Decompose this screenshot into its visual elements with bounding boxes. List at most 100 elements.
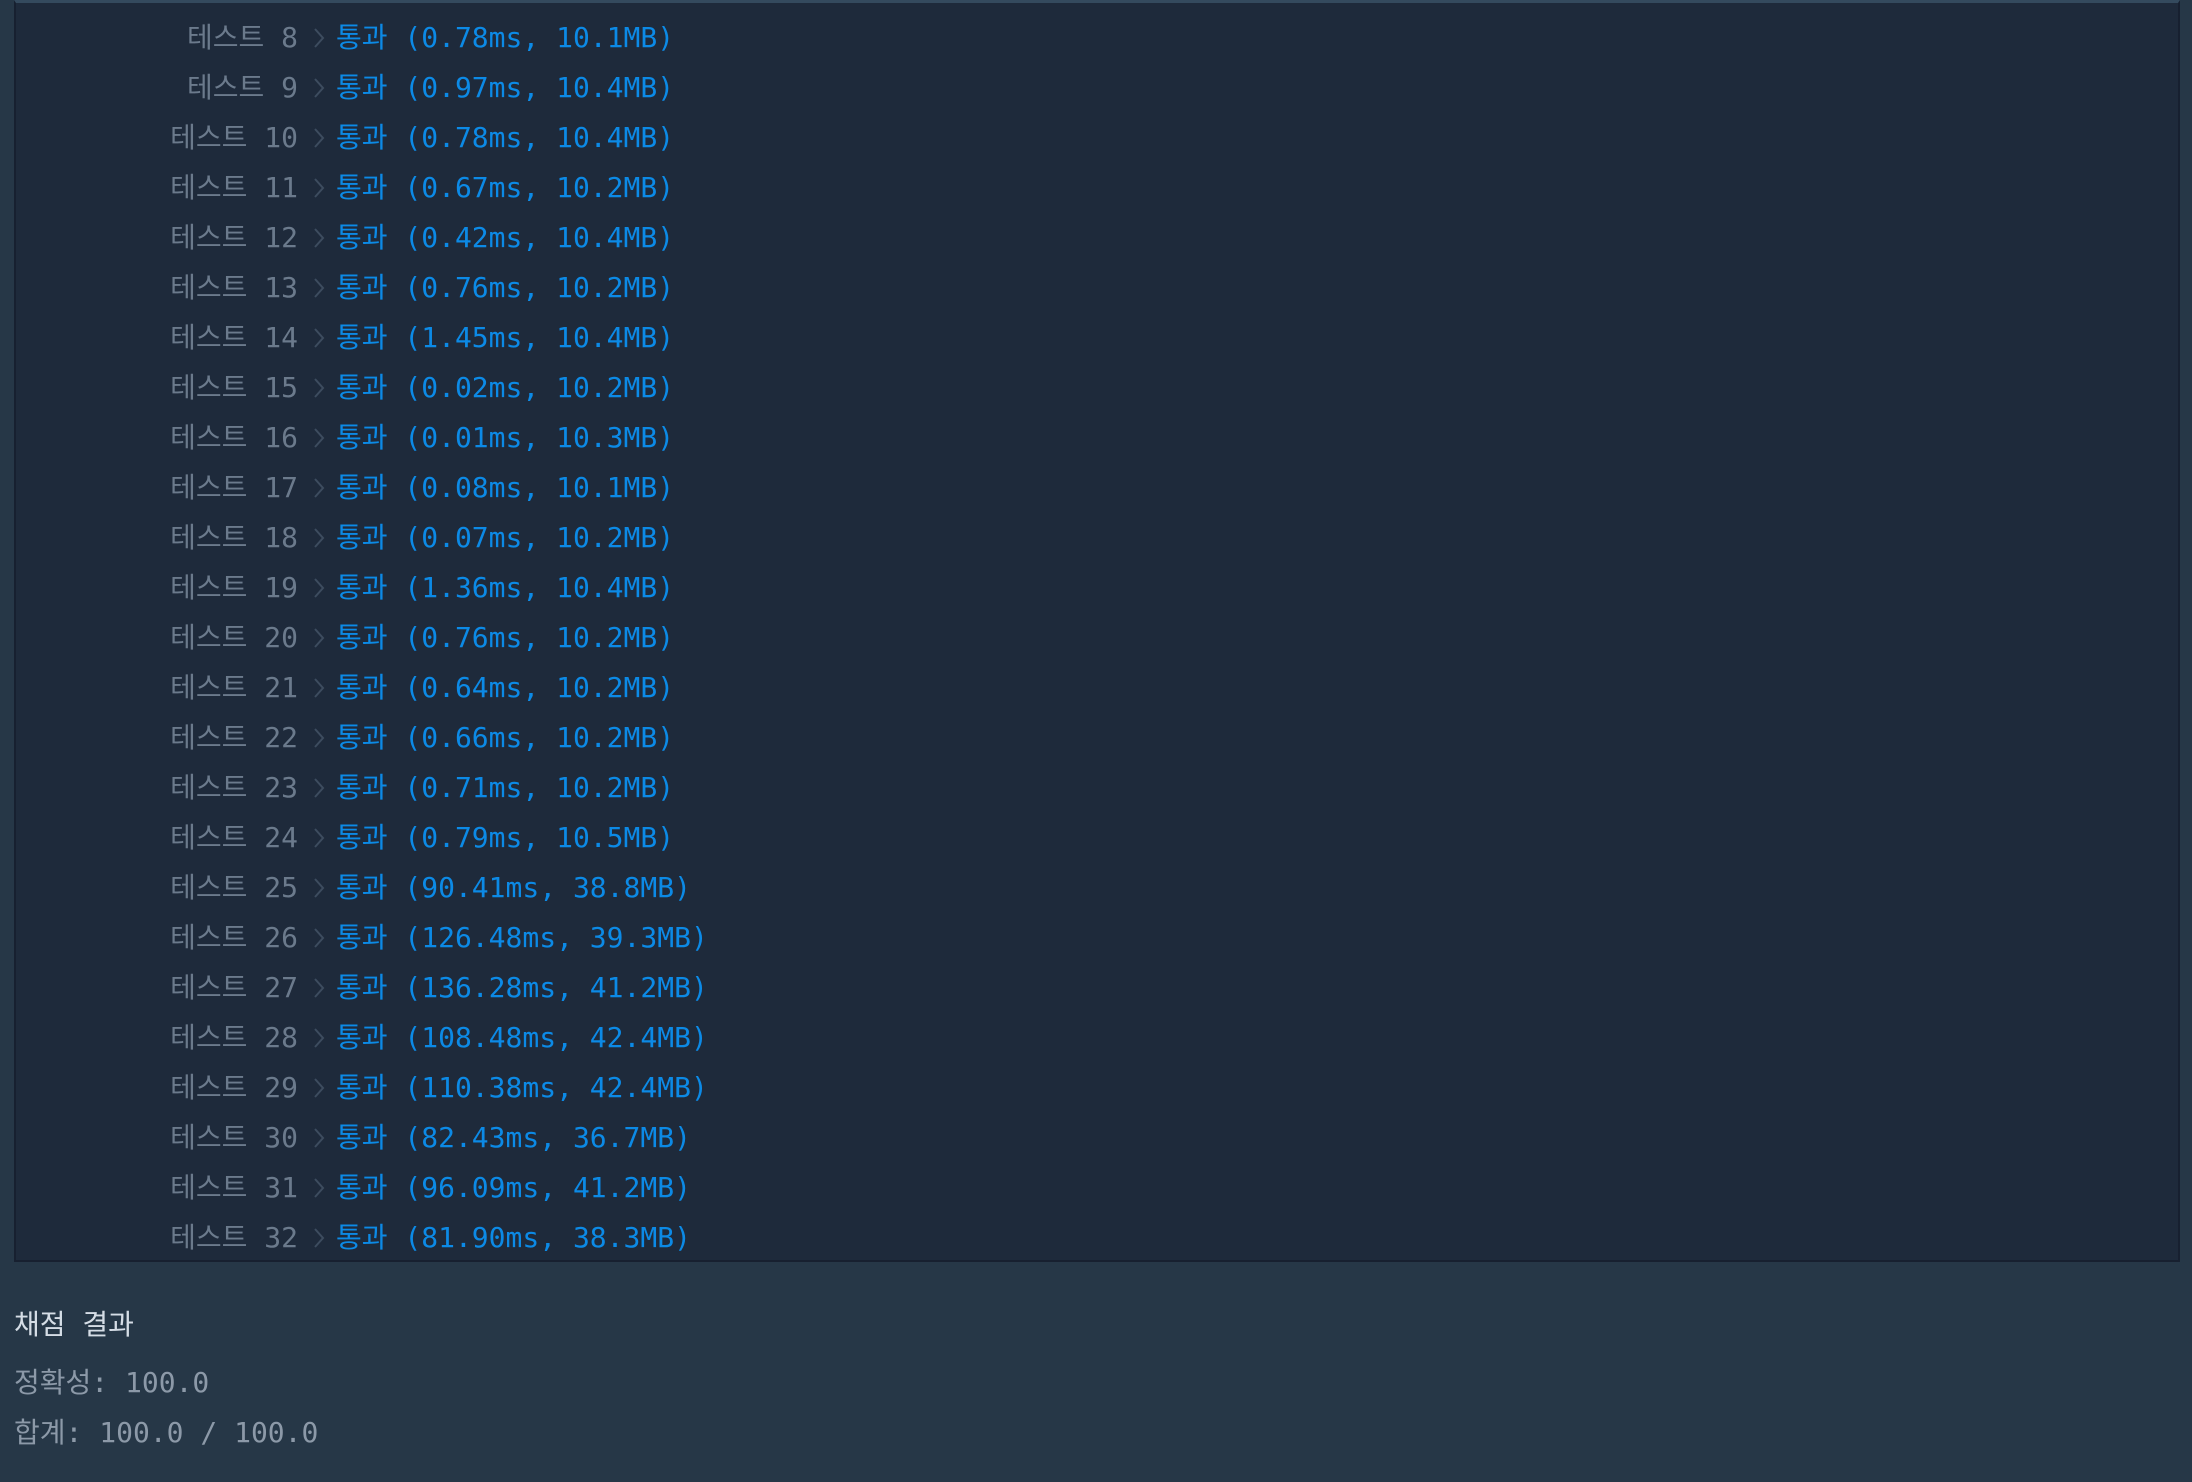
test-label: 테스트 13: [170, 271, 298, 304]
grading-page: 테스트 8 통과 (0.78ms, 10.1MB) 테스트 9 통과 (0.97ms,…: [0, 0, 2192, 1482]
grading-summary: 채점 결과 정확성: 100.0 합계: 100.0 / 100.0: [14, 1300, 318, 1458]
test-result-row: 테스트 16 통과 (0.01ms, 10.3MB): [16, 413, 2178, 463]
test-result-row: 테스트 30 통과 (82.43ms, 36.7MB): [16, 1113, 2178, 1163]
test-status: 통과 (0.97ms, 10.4MB): [336, 71, 675, 104]
test-status: 통과 (0.78ms, 10.4MB): [336, 121, 675, 154]
test-label: 테스트 19: [170, 571, 298, 604]
test-result-row: 테스트 15 통과 (0.02ms, 10.2MB): [16, 363, 2178, 413]
test-status: 통과 (0.78ms, 10.1MB): [336, 21, 675, 54]
chevron-right-icon: [306, 963, 332, 1013]
chevron-right-icon: [306, 413, 332, 463]
chevron-right-icon: [306, 1163, 332, 1213]
test-result-row: 테스트 19 통과 (1.36ms, 10.4MB): [16, 563, 2178, 613]
summary-title: 채점 결과: [14, 1308, 134, 1341]
test-label: 테스트 31: [170, 1171, 298, 1204]
chevron-right-icon: [306, 363, 332, 413]
test-result-row: 테스트 17 통과 (0.08ms, 10.1MB): [16, 463, 2178, 513]
test-label: 테스트 16: [170, 421, 298, 454]
test-status: 통과 (0.64ms, 10.2MB): [336, 671, 675, 704]
test-status: 통과 (81.90ms, 38.3MB): [336, 1221, 691, 1254]
test-result-row: 테스트 10 통과 (0.78ms, 10.4MB): [16, 113, 2178, 163]
test-label: 테스트 14: [170, 321, 298, 354]
test-label: 테스트 27: [170, 971, 298, 1004]
test-label: 테스트 21: [170, 671, 298, 704]
test-result-row: 테스트 27 통과 (136.28ms, 41.2MB): [16, 963, 2178, 1013]
chevron-right-icon: [306, 313, 332, 363]
test-label: 테스트 25: [170, 871, 298, 904]
chevron-right-icon: [306, 1213, 332, 1263]
test-status: 통과 (110.38ms, 42.4MB): [336, 1071, 708, 1104]
chevron-right-icon: [306, 663, 332, 713]
chevron-right-icon: [306, 113, 332, 163]
test-label: 테스트 30: [170, 1121, 298, 1154]
test-label: 테스트 11: [170, 171, 298, 204]
test-label: 테스트 23: [170, 771, 298, 804]
chevron-right-icon: [306, 863, 332, 913]
test-label: 테스트 24: [170, 821, 298, 854]
test-result-row: 테스트 11 통과 (0.67ms, 10.2MB): [16, 163, 2178, 213]
test-label: 테스트 12: [170, 221, 298, 254]
chevron-right-icon: [306, 913, 332, 963]
chevron-right-icon: [306, 1063, 332, 1113]
test-result-row: 테스트 28 통과 (108.48ms, 42.4MB): [16, 1013, 2178, 1063]
accuracy-score: 정확성: 100.0: [14, 1366, 210, 1399]
test-result-row: 테스트 26 통과 (126.48ms, 39.3MB): [16, 913, 2178, 963]
test-status: 통과 (0.79ms, 10.5MB): [336, 821, 675, 854]
test-status: 통과 (0.76ms, 10.2MB): [336, 621, 675, 654]
test-status: 통과 (1.45ms, 10.4MB): [336, 321, 675, 354]
test-status: 통과 (96.09ms, 41.2MB): [336, 1171, 691, 1204]
test-result-row: 테스트 13 통과 (0.76ms, 10.2MB): [16, 263, 2178, 313]
chevron-right-icon: [306, 463, 332, 513]
test-status: 통과 (90.41ms, 38.8MB): [336, 871, 691, 904]
test-status: 통과 (0.02ms, 10.2MB): [336, 371, 675, 404]
chevron-right-icon: [306, 513, 332, 563]
test-label: 테스트 18: [170, 521, 298, 554]
test-label: 테스트 9: [187, 71, 298, 104]
test-result-row: 테스트 25 통과 (90.41ms, 38.8MB): [16, 863, 2178, 913]
test-result-row: 테스트 32 통과 (81.90ms, 38.3MB): [16, 1213, 2178, 1263]
test-result-row: 테스트 12 통과 (0.42ms, 10.4MB): [16, 213, 2178, 263]
test-result-row: 테스트 8 통과 (0.78ms, 10.1MB): [16, 13, 2178, 63]
test-status: 통과 (126.48ms, 39.3MB): [336, 921, 708, 954]
chevron-right-icon: [306, 563, 332, 613]
test-status: 통과 (0.67ms, 10.2MB): [336, 171, 675, 204]
test-label: 테스트 32: [170, 1221, 298, 1254]
test-result-row: 테스트 14 통과 (1.45ms, 10.4MB): [16, 313, 2178, 363]
test-result-row: 테스트 20 통과 (0.76ms, 10.2MB): [16, 613, 2178, 663]
chevron-right-icon: [306, 163, 332, 213]
test-result-row: 테스트 22 통과 (0.66ms, 10.2MB): [16, 713, 2178, 763]
test-status: 통과 (1.36ms, 10.4MB): [336, 571, 675, 604]
chevron-right-icon: [306, 263, 332, 313]
test-label: 테스트 17: [170, 471, 298, 504]
test-result-row: 테스트 31 통과 (96.09ms, 41.2MB): [16, 1163, 2178, 1213]
test-results-console[interactable]: 테스트 8 통과 (0.78ms, 10.1MB) 테스트 9 통과 (0.97ms,…: [14, 0, 2180, 1262]
test-result-row: 테스트 23 통과 (0.71ms, 10.2MB): [16, 763, 2178, 813]
test-result-row: 테스트 24 통과 (0.79ms, 10.5MB): [16, 813, 2178, 863]
test-label: 테스트 29: [170, 1071, 298, 1104]
test-label: 테스트 8: [187, 21, 298, 54]
test-result-row: 테스트 29 통과 (110.38ms, 42.4MB): [16, 1063, 2178, 1113]
test-results-list: 테스트 8 통과 (0.78ms, 10.1MB) 테스트 9 통과 (0.97ms,…: [16, 13, 2178, 1263]
test-label: 테스트 15: [170, 371, 298, 404]
test-status: 통과 (108.48ms, 42.4MB): [336, 1021, 708, 1054]
chevron-right-icon: [306, 13, 332, 63]
test-result-row: 테스트 9 통과 (0.97ms, 10.4MB): [16, 63, 2178, 113]
test-status: 통과 (136.28ms, 41.2MB): [336, 971, 708, 1004]
chevron-right-icon: [306, 613, 332, 663]
test-status: 통과 (0.42ms, 10.4MB): [336, 221, 675, 254]
chevron-right-icon: [306, 63, 332, 113]
test-status: 통과 (0.76ms, 10.2MB): [336, 271, 675, 304]
test-status: 통과 (0.66ms, 10.2MB): [336, 721, 675, 754]
test-status: 통과 (0.07ms, 10.2MB): [336, 521, 675, 554]
test-label: 테스트 20: [170, 621, 298, 654]
total-score: 합계: 100.0 / 100.0: [14, 1416, 319, 1449]
chevron-right-icon: [306, 763, 332, 813]
test-label: 테스트 22: [170, 721, 298, 754]
test-status: 통과 (0.01ms, 10.3MB): [336, 421, 675, 454]
chevron-right-icon: [306, 713, 332, 763]
test-label: 테스트 28: [170, 1021, 298, 1054]
test-label: 테스트 10: [170, 121, 298, 154]
chevron-right-icon: [306, 213, 332, 263]
test-status: 통과 (82.43ms, 36.7MB): [336, 1121, 691, 1154]
test-status: 통과 (0.08ms, 10.1MB): [336, 471, 675, 504]
